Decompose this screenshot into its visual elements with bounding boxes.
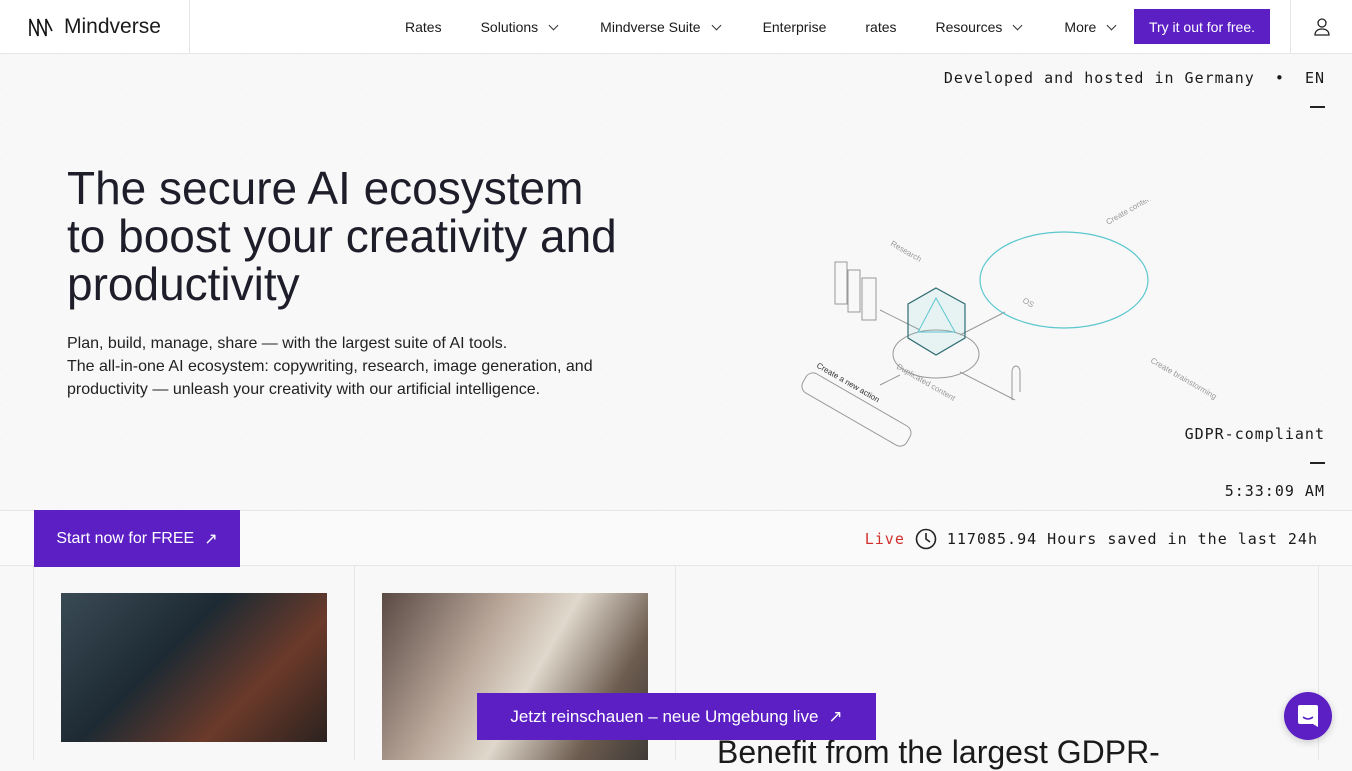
nav-rates-2[interactable]: rates: [865, 19, 896, 35]
illustration-label: OS: [1021, 296, 1036, 310]
user-icon: [1313, 18, 1330, 36]
ecosystem-illustration: Research Create content OS Create a new …: [801, 200, 1218, 447]
start-free-button[interactable]: Start now for FREE ↗: [34, 510, 240, 567]
hours-saved: 117085.94 Hours saved in the last 24h: [946, 530, 1318, 548]
nav-label: More: [1064, 19, 1097, 35]
nav-label: Solutions: [480, 19, 539, 35]
divider: [1310, 462, 1325, 464]
language-switch[interactable]: EN: [1305, 69, 1325, 87]
clock-icon: [915, 528, 937, 550]
chevron-down-icon: [711, 20, 722, 30]
banner-label: Jetzt reinschauen – neue Umgebung live: [510, 706, 819, 726]
mindverse-logo-icon: [29, 18, 53, 37]
illustration-label: Duplicated content: [895, 362, 958, 403]
separator: •: [1274, 69, 1285, 87]
team-photo: [61, 593, 327, 742]
hero-section: Developed and hosted in Germany • EN The…: [0, 54, 1352, 510]
arrow-up-right-icon: ↗: [828, 706, 843, 726]
subtitle-line: Plan, build, manage, share — with the la…: [67, 335, 508, 352]
hero-subtitle: Plan, build, manage, share — with the la…: [67, 332, 627, 401]
live-stat: Live 117085.94 Hours saved in the last 2…: [865, 511, 1318, 567]
nav-solutions[interactable]: Solutions: [481, 19, 562, 35]
nav-more[interactable]: More: [1064, 19, 1119, 35]
nav-label: Enterprise: [762, 19, 827, 35]
arrow-up-right-icon: ↗: [204, 530, 218, 548]
brand-name: Mindverse: [64, 15, 161, 38]
nav-label: rates: [865, 19, 897, 35]
nav-mindverse-suite[interactable]: Mindverse Suite: [600, 19, 723, 35]
divider: [1310, 106, 1325, 108]
nav-label: Resources: [935, 19, 1003, 35]
button-label: Start now for FREE: [56, 529, 195, 547]
chevron-down-icon: [1012, 20, 1023, 30]
brand-logo[interactable]: Mindverse: [0, 0, 190, 54]
chevron-down-icon: [548, 20, 559, 30]
illustration-label: Research: [889, 239, 923, 264]
nav-enterprise[interactable]: Enterprise: [763, 19, 827, 35]
nav-resources[interactable]: Resources: [936, 19, 1026, 35]
top-nav: Mindverse Rates Solutions Mindverse Suit…: [0, 0, 1352, 54]
chevron-down-icon: [1106, 20, 1117, 30]
chat-launcher[interactable]: [1284, 692, 1332, 740]
clock: 5:33:09 AM: [1224, 482, 1325, 500]
gdpr-label: GDPR-compliant: [1184, 425, 1325, 443]
tagline-text: Developed and hosted in Germany: [943, 69, 1255, 87]
hosted-tagline: Developed and hosted in Germany • EN: [944, 69, 1325, 87]
nav-label: Rates: [405, 19, 442, 35]
subtitle-line: The all-in-one AI ecosystem: copywriting…: [67, 358, 593, 398]
new-environment-banner[interactable]: Jetzt reinschauen – neue Umgebung live ↗: [477, 693, 876, 740]
nav-rates[interactable]: Rates: [405, 19, 442, 35]
illustration-label: Create a new action: [815, 361, 881, 404]
account-button[interactable]: [1290, 0, 1352, 54]
try-free-button[interactable]: Try it out for free.: [1134, 9, 1270, 44]
illustration-label: Create brainstorming: [1149, 356, 1218, 401]
nav-label: Mindverse Suite: [600, 19, 701, 35]
live-label: Live: [864, 530, 905, 548]
cta-bar: Start now for FREE ↗ Live 117085.94 Hours…: [0, 510, 1352, 567]
chat-icon: [1298, 705, 1318, 727]
illustration-label: Create content: [1105, 200, 1156, 227]
hero-title: The secure AI ecosystem to boost your cr…: [67, 162, 617, 310]
